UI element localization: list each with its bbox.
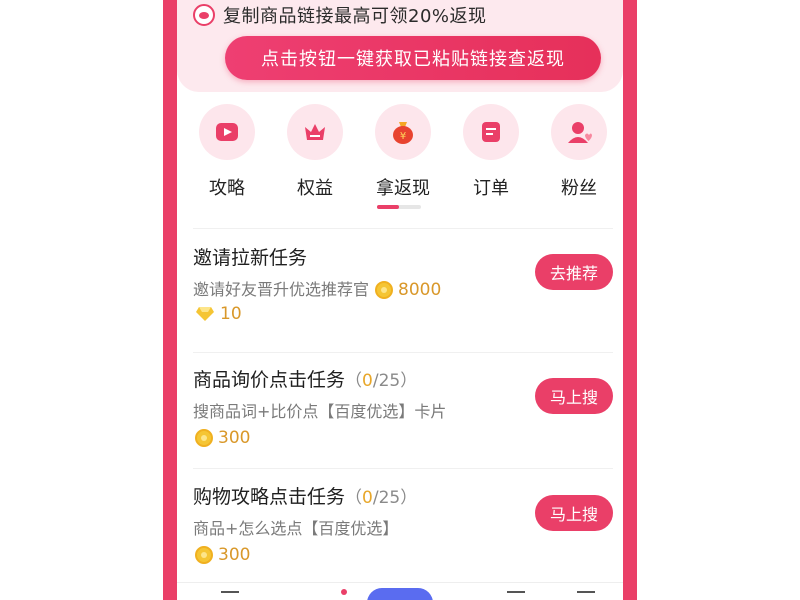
divider bbox=[193, 228, 613, 229]
nav-item-guide[interactable]: 攻略 bbox=[183, 104, 271, 200]
recommend-button[interactable]: 去推荐 bbox=[535, 254, 613, 290]
play-icon bbox=[216, 123, 238, 141]
banner-text: 复制商品链接最高可领20%返现 bbox=[223, 6, 487, 27]
task-progress: （0/25） bbox=[345, 488, 418, 508]
coin-icon bbox=[375, 281, 394, 299]
nav-item-fans[interactable]: 粉丝 bbox=[535, 104, 623, 200]
task-desc-text: 搜商品词+比价点【百度优选】卡片 bbox=[193, 402, 447, 421]
mascot-icon bbox=[193, 4, 215, 26]
task-desc-text: 邀请好友晋升优选推荐官 bbox=[193, 280, 370, 299]
nav-item-benefits[interactable]: 权益 bbox=[271, 104, 359, 200]
coin-icon bbox=[195, 546, 213, 564]
tab-profile-icon[interactable] bbox=[507, 591, 525, 600]
reward-coins: 300 bbox=[195, 426, 250, 450]
crown-icon bbox=[305, 124, 325, 140]
reward-coins: 8000 bbox=[375, 278, 441, 302]
task-shopping-guide: 购物攻略点击任务（0/25） 商品+怎么选点【百度优选】 300 马上搜 bbox=[193, 483, 613, 567]
nav-scroll-indicator bbox=[377, 205, 421, 209]
search-now-button[interactable]: 马上搜 bbox=[535, 495, 613, 531]
divider bbox=[193, 352, 613, 353]
nav-label: 攻略 bbox=[209, 178, 245, 199]
gem-icon bbox=[196, 307, 214, 321]
nav-label: 粉丝 bbox=[561, 178, 597, 199]
main-card: 复制商品链接最高可领20%返现 点击按钮一键获取已粘贴链接查返现 攻略 权益 ¥… bbox=[177, 0, 623, 600]
tab-more-icon[interactable] bbox=[577, 591, 595, 600]
banner-row: 复制商品链接最高可领20%返现 bbox=[193, 2, 487, 28]
feature-nav: 攻略 权益 ¥ 拿返现 订单 粉丝 bbox=[177, 104, 623, 214]
search-now-button[interactable]: 马上搜 bbox=[535, 378, 613, 414]
task-price-inquiry: 商品询价点击任务（0/25） 搜商品词+比价点【百度优选】卡片 300 马上搜 bbox=[193, 366, 613, 450]
fans-icon bbox=[568, 122, 592, 143]
tab-center-button[interactable] bbox=[367, 588, 433, 600]
banner-area: 复制商品链接最高可领20%返现 点击按钮一键获取已粘贴链接查返现 bbox=[177, 0, 623, 92]
money-bag-icon: ¥ bbox=[393, 122, 413, 144]
nav-item-cashback[interactable]: ¥ 拿返现 bbox=[359, 104, 447, 200]
nav-label: 订单 bbox=[473, 178, 509, 199]
reward-gems: 10 bbox=[195, 302, 242, 326]
nav-item-orders[interactable]: 订单 bbox=[447, 104, 535, 200]
order-list-icon bbox=[482, 122, 500, 142]
get-cashback-button[interactable]: 点击按钮一键获取已粘贴链接查返现 bbox=[225, 36, 601, 80]
tab-home-icon[interactable] bbox=[221, 591, 239, 600]
svg-text:¥: ¥ bbox=[400, 131, 406, 142]
task-invite: 邀请拉新任务 邀请好友晋升优选推荐官 8000 10 去推荐 bbox=[193, 244, 613, 326]
task-progress: （0/25） bbox=[345, 371, 418, 391]
nav-label: 权益 bbox=[297, 178, 333, 199]
nav-label: 拿返现 bbox=[376, 178, 430, 199]
phone-frame: 复制商品链接最高可领20%返现 点击按钮一键获取已粘贴链接查返现 攻略 权益 ¥… bbox=[163, 0, 637, 600]
divider bbox=[193, 468, 613, 469]
notification-dot bbox=[341, 589, 347, 595]
reward-coins: 300 bbox=[195, 543, 250, 567]
coin-icon bbox=[195, 429, 213, 447]
task-desc-text: 商品+怎么选点【百度优选】 bbox=[193, 519, 399, 538]
bottom-tab-bar bbox=[177, 582, 623, 600]
